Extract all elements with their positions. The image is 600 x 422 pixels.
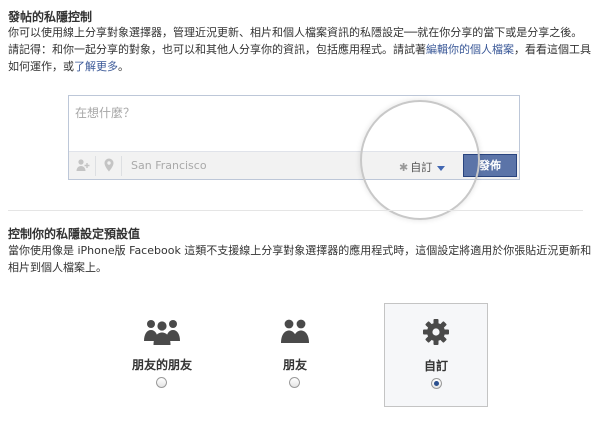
composer-toolbar: San Francisco ✱ 自訂 發佈 xyxy=(69,151,519,179)
radio-custom[interactable] xyxy=(431,378,442,389)
edit-profile-link[interactable]: 編輯你的個人檔案 xyxy=(426,43,514,56)
option-custom[interactable]: 自訂 xyxy=(384,303,488,407)
section-title-posting-privacy: 發帖的私隱控制 xyxy=(8,10,93,24)
section-description-posting-privacy: 你可以使用線上分享對象選擇器，管理近況更新、相片和個人檔案資訊的私隱設定──就在… xyxy=(8,24,592,75)
option-label: 朋友 xyxy=(282,358,307,372)
toolbar-divider xyxy=(121,156,122,176)
option-label: 朋友的朋友 xyxy=(131,358,192,372)
radio-friends[interactable] xyxy=(289,377,300,388)
post-button[interactable]: 發佈 xyxy=(463,154,517,177)
gear-icon: ✱ xyxy=(399,161,409,174)
section-title-default-privacy: 控制你的私隱設定預設值 xyxy=(8,227,141,241)
location-pin-icon[interactable] xyxy=(101,158,117,174)
gear-icon xyxy=(385,318,487,346)
privacy-selector[interactable]: ✱ 自訂 xyxy=(399,159,446,175)
option-friends[interactable]: 朋友 xyxy=(243,303,347,407)
friends-icon xyxy=(243,317,347,345)
status-composer: 在想什麼？ San Francisco ✱ 自訂 發佈 xyxy=(68,95,520,180)
chevron-down-icon xyxy=(437,165,446,171)
description-text-end: 。 xyxy=(118,60,129,73)
section-divider xyxy=(8,210,583,211)
friends-of-friends-icon xyxy=(110,317,214,345)
location-text: San Francisco xyxy=(131,159,207,172)
section-description-default-privacy: 當你使用像是 iPhone版 Facebook 這類不支援線上分享對象選擇器的應… xyxy=(8,244,592,274)
option-friends-of-friends[interactable]: 朋友的朋友 xyxy=(110,303,214,407)
radio-friends-of-friends[interactable] xyxy=(156,377,167,388)
tag-people-icon[interactable] xyxy=(75,158,91,174)
option-label: 自訂 xyxy=(423,359,448,373)
learn-more-link[interactable]: 了解更多 xyxy=(74,60,118,73)
status-input[interactable]: 在想什麼？ xyxy=(69,96,519,152)
toolbar-divider xyxy=(95,156,96,176)
privacy-selector-label: 自訂 xyxy=(410,161,433,174)
